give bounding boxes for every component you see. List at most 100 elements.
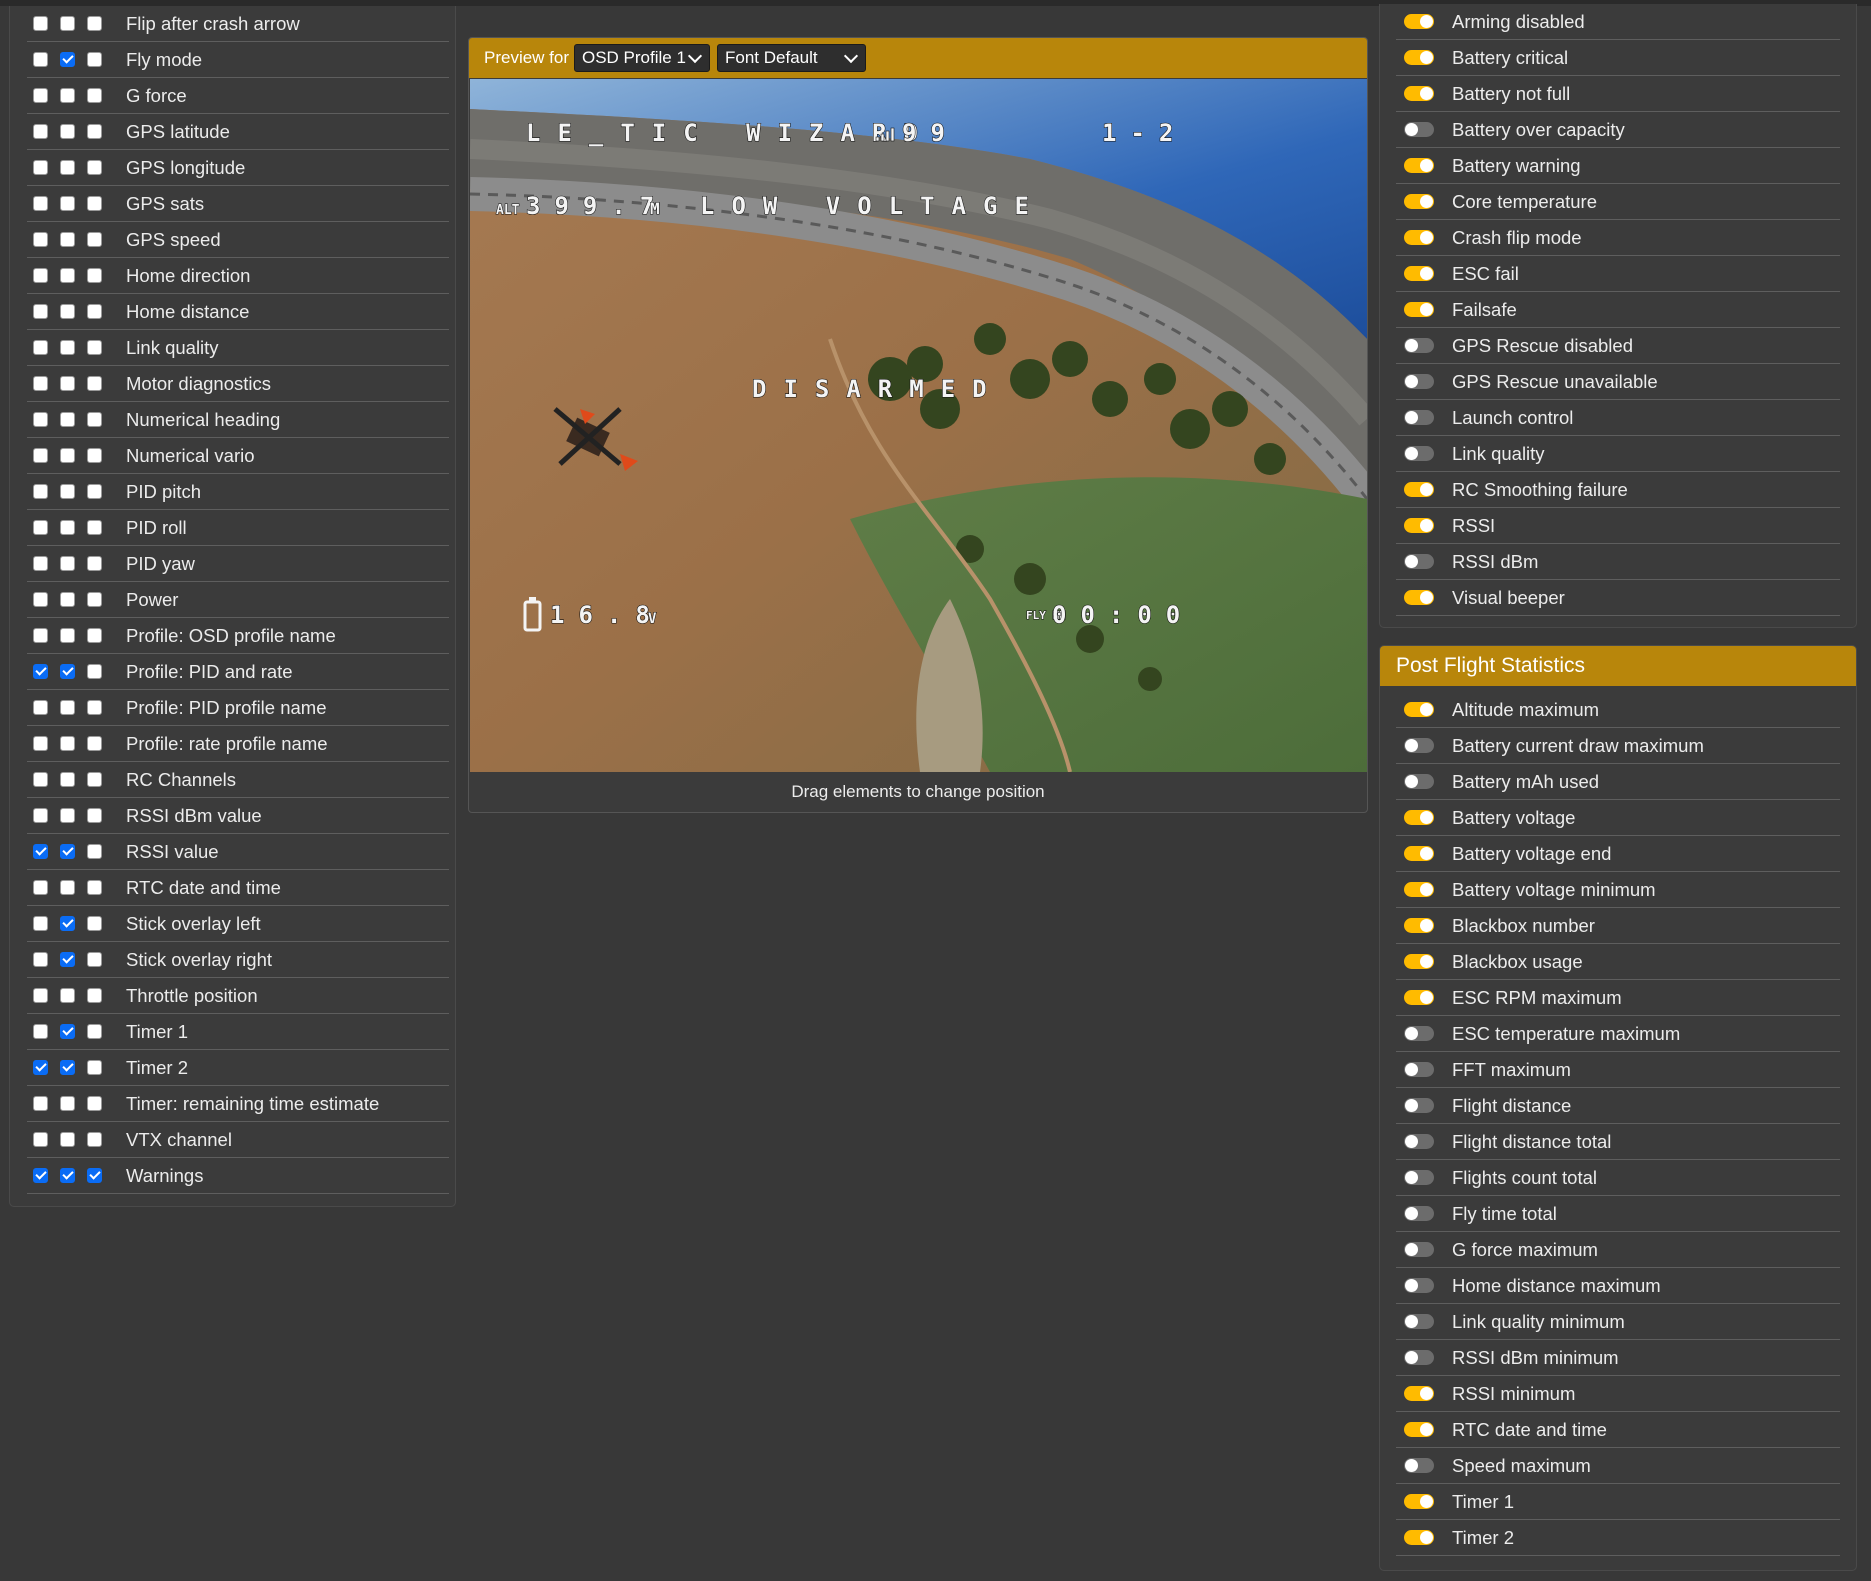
osd-profile-2-checkbox[interactable] (60, 1024, 75, 1039)
osd-profile-2-checkbox[interactable] (60, 268, 75, 283)
osd-profile-1-checkbox[interactable] (33, 880, 48, 895)
warning-toggle[interactable] (1404, 554, 1434, 569)
osd-profile-2-checkbox[interactable] (60, 988, 75, 1003)
osd-profile-2-checkbox[interactable] (60, 448, 75, 463)
osd-profile-3-checkbox[interactable] (87, 412, 102, 427)
osd-profile-1-checkbox[interactable] (33, 340, 48, 355)
stat-toggle[interactable] (1404, 774, 1434, 789)
osd-profile-2-checkbox[interactable] (60, 1132, 75, 1147)
osd-profile-3-checkbox[interactable] (87, 88, 102, 103)
osd-profile-1-checkbox[interactable] (33, 484, 48, 499)
osd-profile-1-checkbox[interactable] (33, 1168, 48, 1183)
stat-toggle[interactable] (1404, 1134, 1434, 1149)
stat-toggle[interactable] (1404, 1350, 1434, 1365)
osd-profile-1-checkbox[interactable] (33, 952, 48, 967)
osd-profile-1-checkbox[interactable] (33, 196, 48, 211)
osd-profile-1-checkbox[interactable] (33, 556, 48, 571)
osd-profile-3-checkbox[interactable] (87, 52, 102, 67)
osd-profile-2-checkbox[interactable] (60, 664, 75, 679)
warning-toggle[interactable] (1404, 590, 1434, 605)
osd-profile-2-checkbox[interactable] (60, 700, 75, 715)
warning-toggle[interactable] (1404, 302, 1434, 317)
osd-profile-1-checkbox[interactable] (33, 988, 48, 1003)
osd-profile-2-checkbox[interactable] (60, 844, 75, 859)
osd-profile-3-checkbox[interactable] (87, 844, 102, 859)
stat-toggle[interactable] (1404, 1242, 1434, 1257)
osd-profile-2-checkbox[interactable] (60, 412, 75, 427)
stat-toggle[interactable] (1404, 1206, 1434, 1221)
font-select[interactable]: Font Default (717, 44, 866, 72)
osd-profile-3-checkbox[interactable] (87, 160, 102, 175)
stat-toggle[interactable] (1404, 1458, 1434, 1473)
osd-profile-2-checkbox[interactable] (60, 880, 75, 895)
osd-profile-1-checkbox[interactable] (33, 772, 48, 787)
osd-profile-3-checkbox[interactable] (87, 1168, 102, 1183)
osd-profile-1-checkbox[interactable] (33, 700, 48, 715)
osd-profile-3-checkbox[interactable] (87, 124, 102, 139)
osd-profile-3-checkbox[interactable] (87, 556, 102, 571)
osd-profile-1-checkbox[interactable] (33, 916, 48, 931)
osd-profile-3-checkbox[interactable] (87, 772, 102, 787)
osd-profile-2-checkbox[interactable] (60, 1168, 75, 1183)
osd-profile-2-checkbox[interactable] (60, 736, 75, 751)
osd-profile-1-checkbox[interactable] (33, 412, 48, 427)
osd-profile-select[interactable]: OSD Profile 1 (574, 44, 710, 72)
osd-profile-1-checkbox[interactable] (33, 808, 48, 823)
osd-profile-2-checkbox[interactable] (60, 628, 75, 643)
osd-profile-3-checkbox[interactable] (87, 1096, 102, 1111)
osd-profile-1-checkbox[interactable] (33, 628, 48, 643)
stat-toggle[interactable] (1404, 1170, 1434, 1185)
osd-profile-3-checkbox[interactable] (87, 736, 102, 751)
stat-toggle[interactable] (1404, 1530, 1434, 1545)
osd-profile-2-checkbox[interactable] (60, 520, 75, 535)
osd-profile-1-checkbox[interactable] (33, 1096, 48, 1111)
osd-profile-1-checkbox[interactable] (33, 1132, 48, 1147)
stat-toggle[interactable] (1404, 1278, 1434, 1293)
stat-toggle[interactable] (1404, 918, 1434, 933)
stat-toggle[interactable] (1404, 954, 1434, 969)
warning-toggle[interactable] (1404, 230, 1434, 245)
osd-profile-3-checkbox[interactable] (87, 916, 102, 931)
osd-profile-3-checkbox[interactable] (87, 304, 102, 319)
osd-profile-3-checkbox[interactable] (87, 808, 102, 823)
stat-toggle[interactable] (1404, 1422, 1434, 1437)
osd-profile-1-checkbox[interactable] (33, 124, 48, 139)
warning-toggle[interactable] (1404, 410, 1434, 425)
warning-toggle[interactable] (1404, 266, 1434, 281)
stat-toggle[interactable] (1404, 1314, 1434, 1329)
stat-toggle[interactable] (1404, 1026, 1434, 1041)
osd-profile-2-checkbox[interactable] (60, 52, 75, 67)
warning-toggle[interactable] (1404, 14, 1434, 29)
osd-profile-2-checkbox[interactable] (60, 808, 75, 823)
osd-profile-1-checkbox[interactable] (33, 592, 48, 607)
warning-toggle[interactable] (1404, 194, 1434, 209)
osd-profile-3-checkbox[interactable] (87, 952, 102, 967)
stat-toggle[interactable] (1404, 882, 1434, 897)
osd-profile-3-checkbox[interactable] (87, 880, 102, 895)
osd-profile-3-checkbox[interactable] (87, 664, 102, 679)
osd-profile-3-checkbox[interactable] (87, 1024, 102, 1039)
osd-profile-1-checkbox[interactable] (33, 844, 48, 859)
osd-profile-2-checkbox[interactable] (60, 556, 75, 571)
osd-profile-1-checkbox[interactable] (33, 160, 48, 175)
osd-profile-1-checkbox[interactable] (33, 16, 48, 31)
osd-profile-2-checkbox[interactable] (60, 196, 75, 211)
warning-toggle[interactable] (1404, 86, 1434, 101)
warning-toggle[interactable] (1404, 338, 1434, 353)
osd-profile-2-checkbox[interactable] (60, 484, 75, 499)
osd-profile-1-checkbox[interactable] (33, 268, 48, 283)
warning-toggle[interactable] (1404, 122, 1434, 137)
osd-profile-2-checkbox[interactable] (60, 124, 75, 139)
warning-toggle[interactable] (1404, 50, 1434, 65)
osd-profile-2-checkbox[interactable] (60, 160, 75, 175)
stat-toggle[interactable] (1404, 1494, 1434, 1509)
osd-profile-2-checkbox[interactable] (60, 952, 75, 967)
osd-profile-3-checkbox[interactable] (87, 376, 102, 391)
osd-profile-3-checkbox[interactable] (87, 340, 102, 355)
osd-profile-2-checkbox[interactable] (60, 376, 75, 391)
osd-profile-2-checkbox[interactable] (60, 592, 75, 607)
osd-profile-1-checkbox[interactable] (33, 736, 48, 751)
osd-profile-3-checkbox[interactable] (87, 700, 102, 715)
stat-toggle[interactable] (1404, 1098, 1434, 1113)
warning-toggle[interactable] (1404, 446, 1434, 461)
